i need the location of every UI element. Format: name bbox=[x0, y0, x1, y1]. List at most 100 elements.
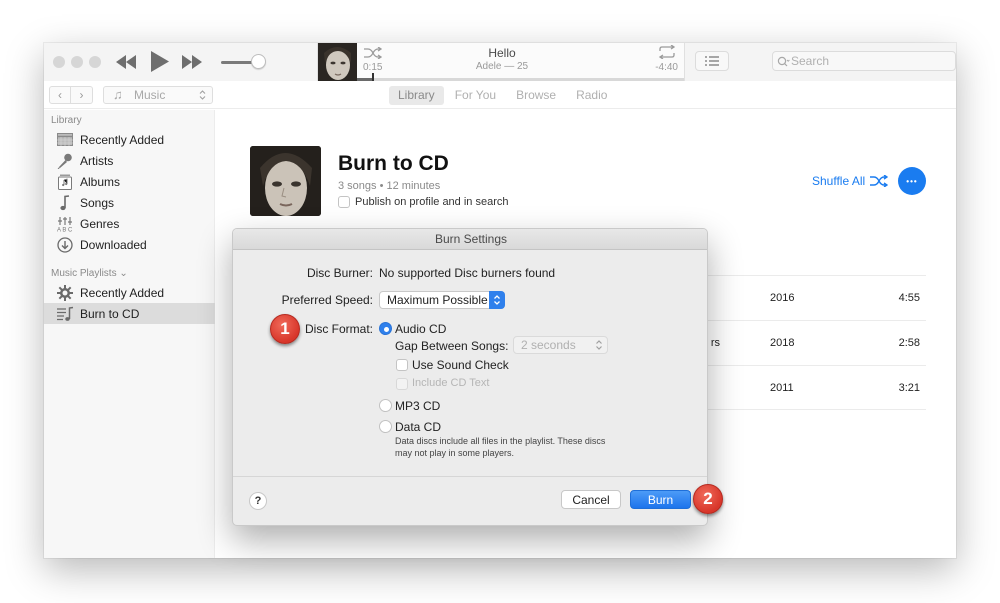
include-cd-text-label: Include CD Text bbox=[412, 377, 490, 389]
minimize-window-button[interactable] bbox=[71, 56, 83, 68]
shuffle-all-label: Shuffle All bbox=[812, 174, 866, 188]
elapsed-time: 0:15 bbox=[363, 62, 383, 73]
sidebar-item-genres[interactable]: A B C Genres bbox=[44, 213, 215, 234]
publish-checkbox[interactable] bbox=[338, 196, 350, 208]
playback-position-handle[interactable] bbox=[372, 73, 375, 81]
data-cd-radio[interactable] bbox=[379, 420, 392, 433]
tab-browse[interactable]: Browse bbox=[507, 86, 565, 105]
sidebar-item-burn-to-cd[interactable]: Burn to CD bbox=[44, 303, 215, 324]
mp3-cd-radio[interactable] bbox=[379, 399, 392, 412]
sidebar-item-songs[interactable]: Songs bbox=[44, 192, 215, 213]
fast-forward-icon bbox=[182, 55, 202, 69]
up-down-arrows-icon bbox=[199, 89, 206, 105]
music-note-icon bbox=[55, 194, 75, 212]
publish-label: Publish on profile and in search bbox=[355, 196, 509, 208]
gap-between-songs-select[interactable]: 2 seconds bbox=[513, 336, 608, 354]
mp3-cd-label[interactable]: MP3 CD bbox=[395, 399, 440, 413]
publish-option[interactable]: Publish on profile and in search bbox=[338, 196, 508, 208]
audio-cd-radio[interactable] bbox=[379, 322, 392, 335]
dialog-divider bbox=[233, 476, 707, 477]
audio-cd-label[interactable]: Audio CD bbox=[395, 322, 446, 336]
data-cd-note: Data discs include all files in the play… bbox=[395, 436, 606, 458]
download-icon bbox=[55, 236, 75, 254]
play-button[interactable] bbox=[151, 51, 169, 72]
include-cd-text-checkbox[interactable] bbox=[396, 378, 408, 390]
up-down-arrows-icon bbox=[595, 339, 603, 355]
forward-button[interactable]: › bbox=[71, 86, 93, 104]
sidebar-item-label: Genres bbox=[80, 216, 120, 231]
search-icon bbox=[777, 55, 790, 73]
sidebar-item-label: Albums bbox=[80, 174, 121, 189]
microphone-icon bbox=[55, 152, 75, 170]
library-tabs: Library For You Browse Radio bbox=[389, 86, 618, 105]
tab-for-you[interactable]: For You bbox=[446, 86, 505, 105]
close-window-button[interactable] bbox=[53, 56, 65, 68]
sidebar-item-artists[interactable]: Artists bbox=[44, 150, 215, 171]
play-icon bbox=[151, 51, 169, 72]
sound-check-label: Use Sound Check bbox=[412, 358, 509, 372]
sidebar-item-recently-added[interactable]: Recently Added bbox=[44, 129, 215, 150]
burn-settings-dialog: Burn Settings Disc Burner: No supported … bbox=[232, 228, 708, 526]
library-heading: Library bbox=[51, 115, 82, 126]
tab-library[interactable]: Library bbox=[389, 86, 444, 105]
shuffle-icon bbox=[870, 175, 889, 187]
search-input[interactable]: Search bbox=[772, 51, 956, 71]
zoom-window-button[interactable] bbox=[89, 56, 101, 68]
fast-forward-button[interactable] bbox=[182, 55, 202, 69]
sidebar-item-label: Recently Added bbox=[80, 132, 165, 147]
step-2-badge: 2 bbox=[693, 484, 723, 514]
playlist-meta: 3 songs • 12 minutes bbox=[338, 180, 441, 192]
sidebar-item-label: Songs bbox=[80, 195, 115, 210]
music-playlists-heading[interactable]: Music Playlists ⌄ bbox=[51, 268, 128, 279]
tab-radio[interactable]: Radio bbox=[567, 86, 616, 105]
shuffle-all-button[interactable]: Shuffle All bbox=[812, 174, 889, 188]
playlist-icon bbox=[55, 305, 75, 323]
sidebar-item-label: Downloaded bbox=[80, 237, 147, 252]
disc-format-label: Disc Format: bbox=[304, 322, 373, 336]
volume-slider-knob[interactable] bbox=[251, 54, 266, 69]
preferred-speed-value: Maximum Possible bbox=[387, 293, 488, 307]
track-year: 2016 bbox=[770, 292, 795, 304]
back-button[interactable]: ‹ bbox=[49, 86, 71, 104]
up-next-button[interactable] bbox=[695, 51, 729, 71]
smart-playlist-gear-icon bbox=[55, 284, 75, 302]
player-toolbar: Hello Adele — 25 0:15 -4:40 Search bbox=[44, 43, 956, 81]
genres-icon: A B C bbox=[55, 215, 75, 233]
sound-check-checkbox[interactable] bbox=[396, 359, 408, 371]
sidebar-item-label: Recently Added bbox=[80, 285, 165, 300]
cancel-button[interactable]: Cancel bbox=[561, 490, 621, 509]
more-options-button[interactable]: ••• bbox=[898, 167, 926, 195]
disc-burner-value: No supported Disc burners found bbox=[379, 266, 556, 280]
sidebar-item-downloaded[interactable]: Downloaded bbox=[44, 234, 215, 255]
sidebar: Library Recently Added Artists Albums So… bbox=[44, 110, 215, 558]
step-1-badge: 1 bbox=[270, 314, 300, 344]
music-note-icon: ♫ bbox=[113, 87, 123, 102]
question-mark-icon: ? bbox=[254, 495, 262, 507]
track-year: 2018 bbox=[770, 337, 795, 349]
playlist-title: Burn to CD bbox=[338, 152, 449, 175]
now-playing-title: Hello bbox=[488, 46, 516, 60]
repeat-icon bbox=[658, 44, 676, 60]
repeat-toggle[interactable] bbox=[658, 44, 676, 64]
chevron-left-icon: ‹ bbox=[58, 88, 62, 102]
now-playing-display: Hello Adele — 25 0:15 -4:40 bbox=[317, 43, 685, 81]
sidebar-item-label: Artists bbox=[80, 153, 114, 168]
list-icon bbox=[705, 56, 719, 66]
sidebar-item-albums[interactable]: Albums bbox=[44, 171, 215, 192]
preferred-speed-select[interactable]: Maximum Possible bbox=[379, 291, 505, 309]
gap-between-songs-label: Gap Between Songs: bbox=[395, 339, 509, 353]
track-time: 4:55 bbox=[898, 292, 920, 304]
ellipsis-icon: ••• bbox=[906, 176, 918, 186]
up-down-arrows-icon bbox=[489, 291, 505, 309]
track-time: 2:58 bbox=[898, 337, 920, 349]
data-cd-label[interactable]: Data CD bbox=[395, 420, 441, 434]
rewind-icon bbox=[116, 55, 136, 69]
chevron-right-icon: › bbox=[79, 88, 84, 102]
rewind-button[interactable] bbox=[116, 55, 136, 69]
gap-between-songs-value: 2 seconds bbox=[521, 338, 576, 352]
sidebar-item-playlist-recently-added[interactable]: Recently Added bbox=[44, 282, 215, 303]
burn-button[interactable]: Burn bbox=[630, 490, 691, 509]
album-icon bbox=[55, 173, 75, 191]
help-button[interactable]: ? bbox=[249, 492, 267, 510]
media-kind-select[interactable]: ♫ Music bbox=[103, 86, 213, 104]
